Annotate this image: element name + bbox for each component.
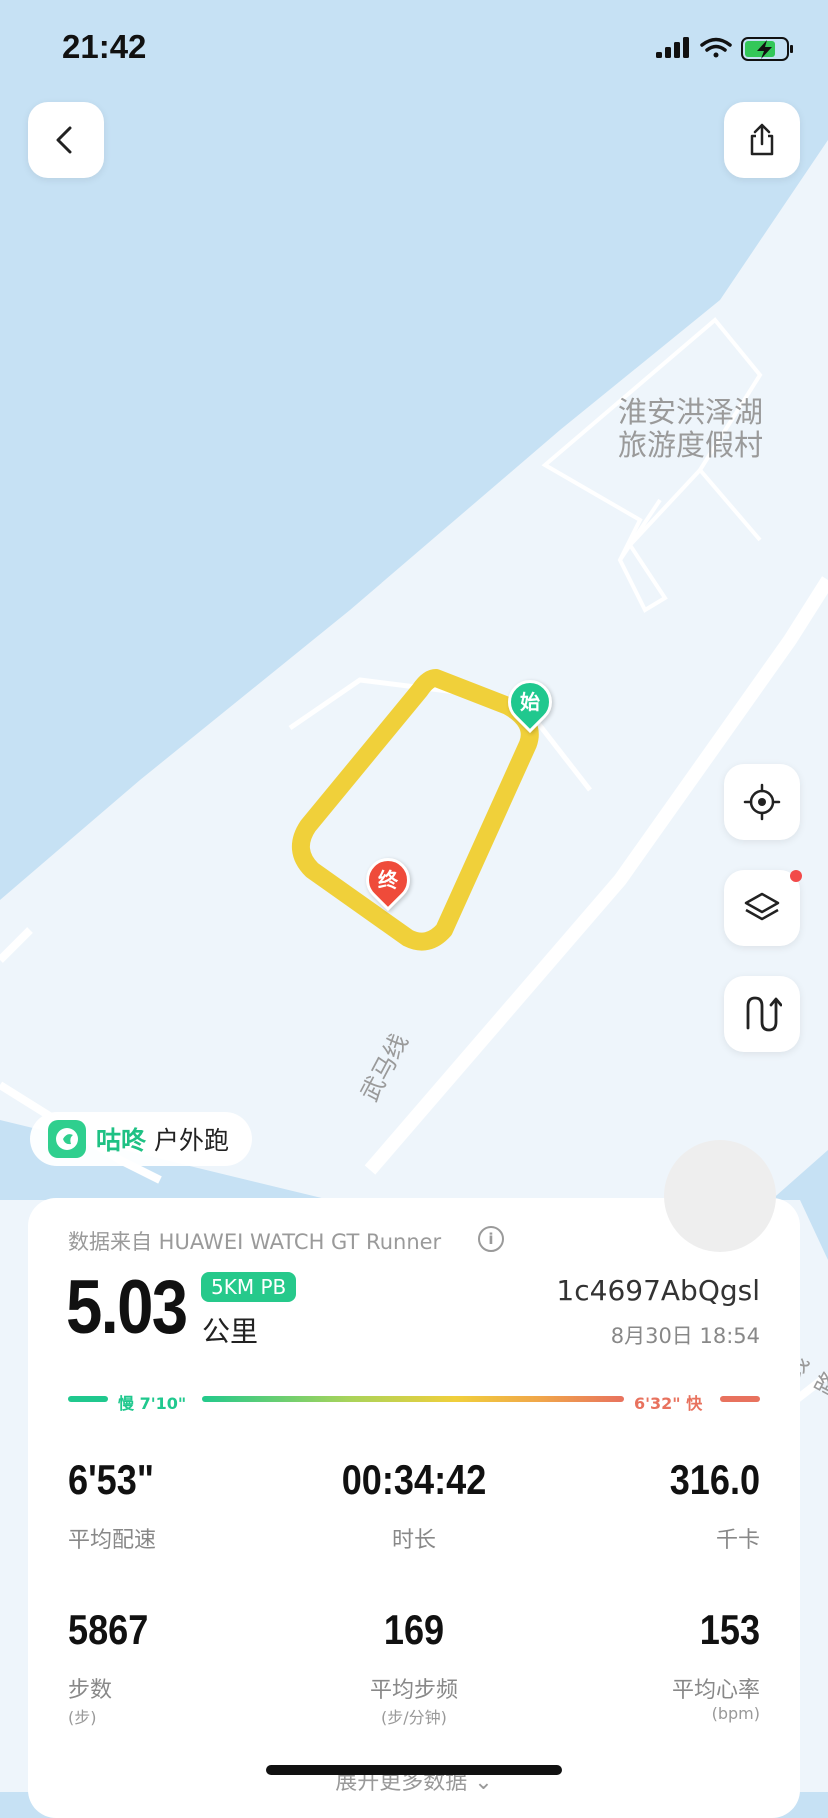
poi-label-line2: 旅游度假村: [618, 428, 764, 462]
back-arrow-icon: [56, 126, 72, 154]
info-icon[interactable]: i: [478, 1226, 504, 1252]
pace-gradient: [202, 1396, 624, 1402]
duration-label: 时长: [391, 1528, 436, 1553]
status-bar: 21:42: [0, 0, 828, 100]
pb-badge: 5KM PB: [201, 1272, 297, 1302]
layers-notification-dot: [790, 870, 802, 882]
layers-icon: [744, 892, 780, 921]
share-button[interactable]: [724, 102, 800, 178]
summary-card: 数据来自 HUAWEI WATCH GT Runner i 5.03 5KM P…: [28, 1198, 800, 1818]
track-replay-button[interactable]: [724, 976, 800, 1052]
home-indicator: [266, 1765, 562, 1775]
data-source-label: 数据来自 HUAWEI WATCH GT Runner: [68, 1230, 442, 1254]
distance-unit: 公里: [202, 1315, 259, 1348]
heart-rate-unit: (bpm): [711, 1704, 760, 1723]
avatar[interactable]: [664, 1140, 776, 1252]
slow-segment: [68, 1396, 108, 1402]
heart-rate-value: 153: [699, 1606, 760, 1653]
pace-range-bar: 慢 7'10" 6'32" 快: [68, 1390, 760, 1413]
status-time: 21:42: [62, 28, 147, 65]
app-source-chip: 咕咚 户外跑: [30, 1112, 252, 1166]
fast-segment: [720, 1396, 760, 1402]
poi-label-line1: 淮安洪泽湖: [618, 395, 764, 429]
poi-label: 淮安洪泽湖 旅游度假村: [618, 396, 778, 462]
calories-value: 316.0: [669, 1456, 760, 1503]
track-replay-icon: [746, 996, 782, 1032]
heart-rate-label: 平均心率: [671, 1678, 760, 1703]
app-name: 咕咚: [96, 1126, 147, 1155]
fast-pace-label: 6'32" 快: [634, 1394, 703, 1413]
distance-value: 5.03: [66, 1265, 188, 1350]
duration-value: 00:34:42: [341, 1456, 487, 1503]
share-icon: [750, 123, 774, 156]
battery-charging-icon: [741, 37, 793, 61]
wifi-icon: [700, 37, 732, 58]
locate-icon: [743, 783, 781, 821]
user-id: 1c4697AbQgsl: [556, 1274, 760, 1307]
run-datetime: 8月30日 18:54: [610, 1324, 760, 1348]
cadence-value: 169: [383, 1606, 445, 1653]
cellular-signal-icon: [656, 37, 689, 58]
slow-pace-label: 慢 7'10": [118, 1394, 187, 1413]
status-icons: [656, 37, 793, 61]
start-marker-label: 始: [520, 690, 540, 714]
sport-type: 户外跑: [154, 1126, 230, 1155]
layers-button[interactable]: [724, 870, 802, 946]
back-button[interactable]: [28, 102, 104, 178]
end-marker-label: 终: [378, 868, 398, 892]
locate-button[interactable]: [724, 764, 800, 840]
cadence-unit: (步/分钟): [381, 1708, 447, 1727]
calories-label: 千卡: [715, 1528, 760, 1553]
codoon-logo-icon: [48, 1120, 86, 1158]
